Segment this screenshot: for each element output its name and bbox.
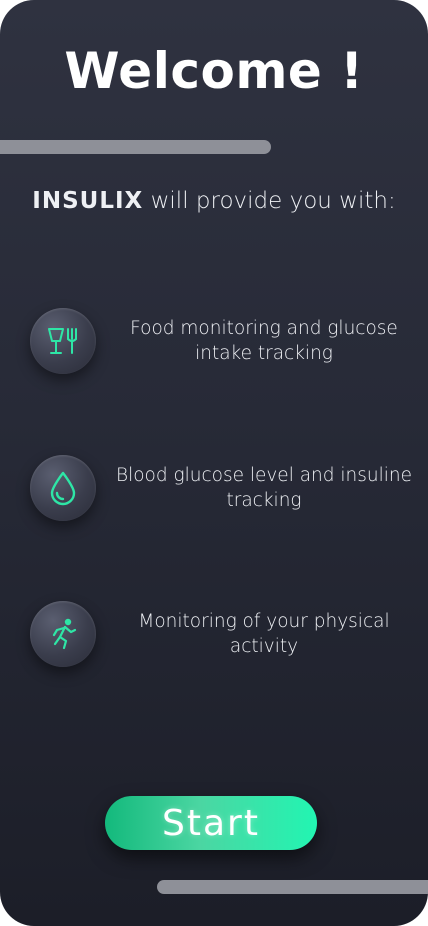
intro-caption: will provide you with:: [143, 188, 396, 214]
food-icon: [30, 308, 96, 374]
bottom-decorative-bar: [157, 880, 428, 894]
page-title: Welcome !: [64, 42, 364, 100]
feature-activity-label: Monitoring of your physical activity: [138, 611, 390, 657]
blood-drop-icon: [30, 455, 96, 521]
feature-glucose-label: Blood glucose level and insuline trackin…: [115, 465, 413, 511]
feature-food: Food monitoring and glucose intake track…: [28, 308, 408, 378]
brand-name: INSULIX: [32, 188, 144, 214]
feature-activity: Monitoring of your physical activity: [28, 601, 408, 671]
welcome-screen: Welcome ! INSULIX will provide you with:…: [0, 0, 428, 926]
running-icon: [30, 601, 96, 667]
start-button[interactable]: Start: [105, 796, 317, 850]
feature-food-label: Food monitoring and glucose intake track…: [130, 318, 398, 364]
intro-text: INSULIX will provide you with:: [0, 188, 428, 214]
top-decorative-bar: [0, 140, 271, 154]
feature-glucose: Blood glucose level and insuline trackin…: [28, 455, 412, 525]
